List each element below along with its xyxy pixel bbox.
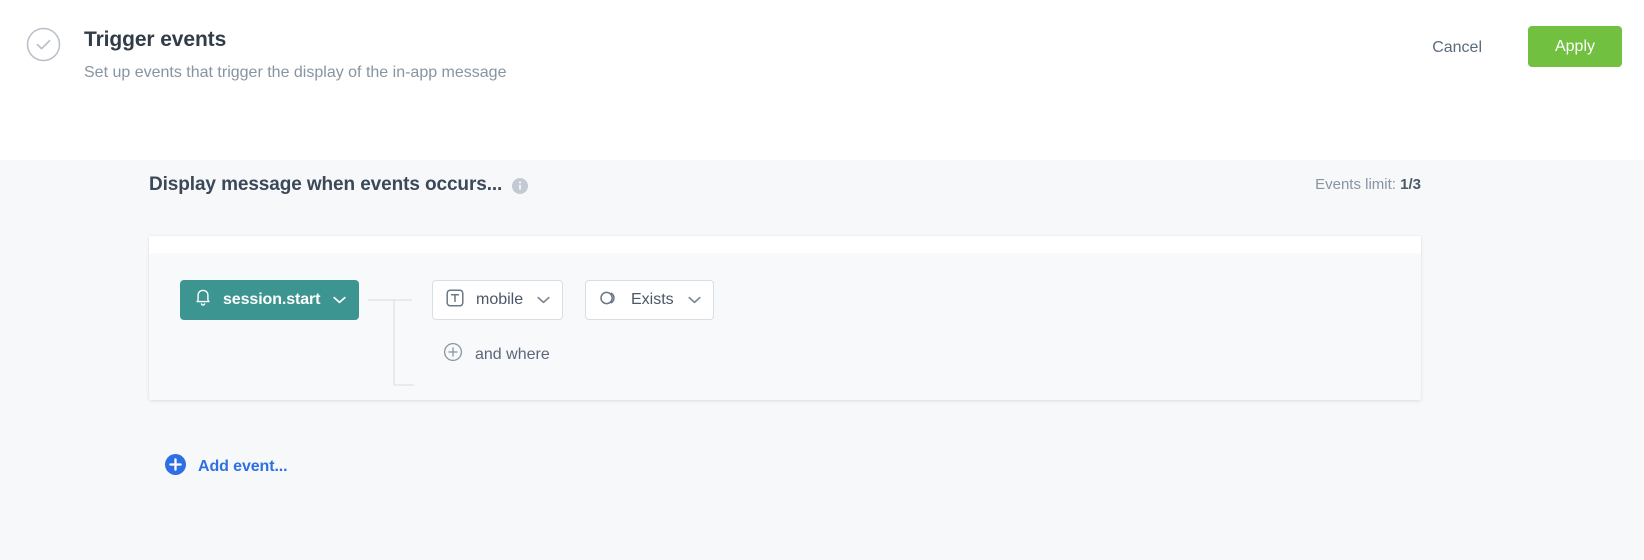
section-title: Display message when events occurs...	[149, 174, 503, 195]
chevron-down-icon	[333, 291, 347, 309]
card-top-strip	[149, 236, 1421, 253]
attribute-chip-mobile[interactable]: mobile	[432, 280, 564, 320]
event-chip-session-start[interactable]: session.start	[180, 280, 360, 320]
operator-chip-label: Exists	[631, 291, 674, 308]
chevron-down-icon	[537, 291, 550, 309]
bell-icon	[194, 288, 212, 313]
exists-icon	[598, 289, 620, 312]
section-header: Display message when events occurs...	[149, 174, 529, 196]
and-where-label: and where	[475, 345, 550, 363]
event-chip-label: session.start	[223, 291, 321, 308]
operator-chip-exists[interactable]: Exists	[585, 280, 714, 320]
and-where-button[interactable]: and where	[443, 342, 550, 367]
page-subtitle: Set up events that trigger the display o…	[84, 64, 507, 81]
condition-connector	[368, 280, 432, 406]
apply-button[interactable]: Apply	[1528, 26, 1622, 67]
cancel-button[interactable]: Cancel	[1422, 33, 1492, 63]
events-limit-value: 1/3	[1400, 176, 1421, 193]
events-limit: Events limit: 1/3	[1315, 176, 1421, 193]
chevron-down-icon	[688, 291, 701, 309]
text-type-icon	[445, 288, 465, 313]
plus-circle-outline-icon	[443, 342, 463, 367]
add-event-label: Add event...	[198, 458, 288, 475]
add-event-button[interactable]: Add event...	[165, 454, 288, 480]
check-circle-icon	[26, 27, 61, 62]
page-header: Trigger events Set up events that trigge…	[0, 0, 1644, 160]
plus-circle-filled-icon	[165, 454, 186, 480]
events-limit-label: Events limit:	[1315, 176, 1396, 193]
page-body: Display message when events occurs... Ev…	[0, 160, 1644, 560]
event-card: session.start mobile Exists and where	[149, 236, 1421, 400]
info-icon[interactable]	[512, 178, 529, 194]
page-title: Trigger events	[84, 28, 227, 51]
attribute-chip-label: mobile	[476, 291, 524, 308]
